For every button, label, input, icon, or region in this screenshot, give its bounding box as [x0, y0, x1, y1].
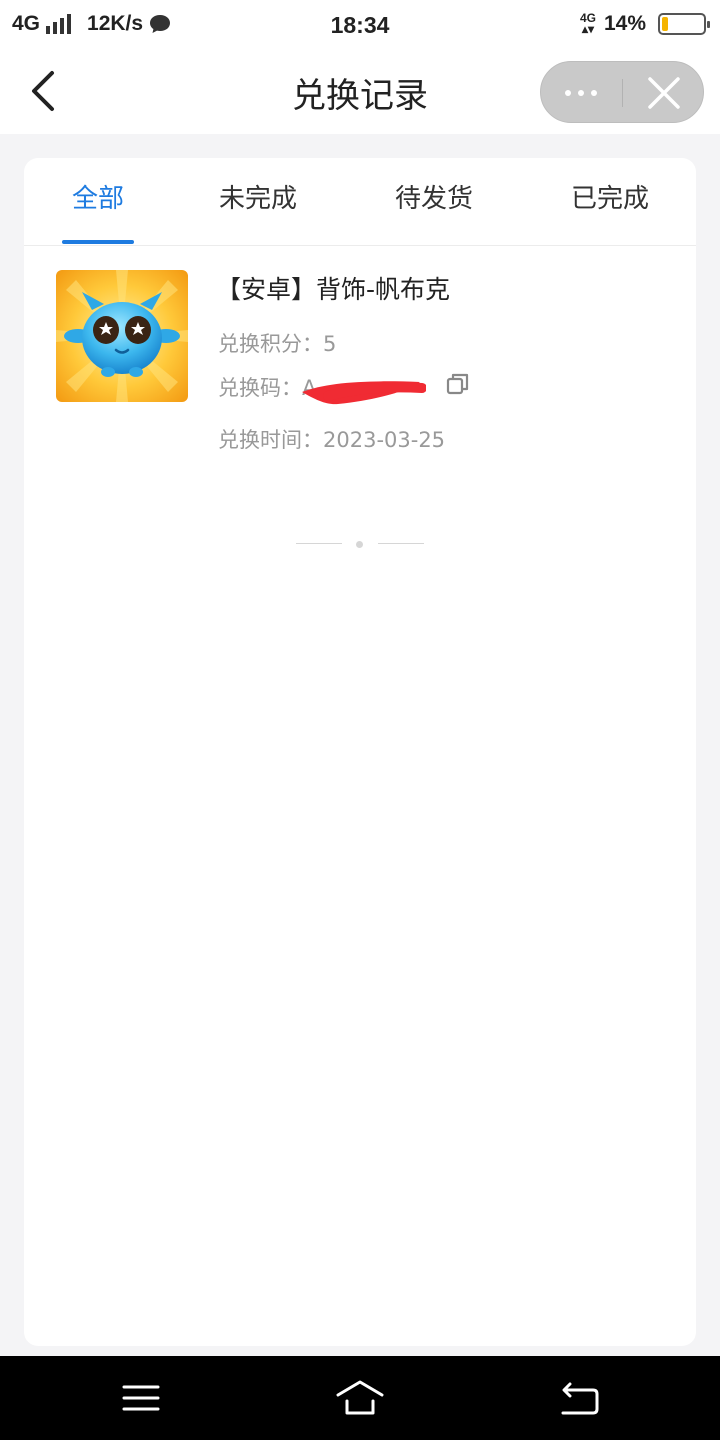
record-item[interactable]: 【安卓】背饰-帆布克 兑换积分：5 兑换码：A 兑换时间：2023-03-25: [24, 246, 696, 466]
mini-program-capsule: [540, 61, 704, 123]
close-icon: [648, 77, 680, 109]
battery-icon: [658, 13, 710, 35]
menu-icon: [122, 1385, 160, 1411]
mobile-data-label: 4G: [579, 11, 596, 25]
home-button[interactable]: [335, 1376, 385, 1420]
blue-monster-icon: [56, 270, 188, 402]
close-button[interactable]: [623, 62, 705, 124]
points-row: 兑换积分：5: [218, 328, 336, 358]
tab-all[interactable]: 全部: [58, 178, 138, 238]
copy-button[interactable]: [444, 370, 472, 398]
active-tab-indicator: [62, 240, 134, 244]
tab-incomplete[interactable]: 未完成: [210, 178, 306, 238]
time-value: 2023-03-25: [323, 428, 446, 452]
battery-fill: [662, 17, 668, 31]
time-row: 兑换时间：2023-03-25: [218, 424, 445, 454]
item-image: [56, 270, 188, 402]
points-value: 5: [323, 332, 337, 356]
mobile-data-icon: 4G ▴▾: [579, 11, 596, 36]
copy-icon: [446, 373, 469, 395]
home-icon: [336, 1380, 384, 1415]
tab-completed[interactable]: 已完成: [562, 178, 658, 238]
redaction-mark: [302, 381, 426, 405]
code-label: 兑换码：: [218, 376, 302, 400]
status-right: 4G ▴▾ 14%: [579, 11, 710, 36]
code-row: 兑换码：A: [218, 372, 434, 405]
battery-text: 14%: [603, 12, 646, 35]
more-dots-icon: [565, 90, 597, 96]
back-icon: [561, 1382, 599, 1415]
more-button[interactable]: [541, 62, 623, 124]
tab-pending-shipment[interactable]: 待发货: [386, 178, 482, 238]
status-bar: 4G 12K/s 18:34 4G ▴▾ 14%: [0, 0, 720, 50]
points-label: 兑换积分：: [218, 332, 323, 356]
menu-button[interactable]: [116, 1376, 166, 1420]
back-nav-button[interactable]: [555, 1376, 605, 1420]
time-label: 兑换时间：: [218, 428, 323, 452]
item-title: 【安卓】背饰-帆布克: [216, 275, 451, 304]
list-end-divider: [296, 538, 424, 550]
tab-bar: 全部 未完成 待发货 已完成: [24, 158, 696, 246]
code-value-wrap: A: [302, 376, 434, 405]
system-nav-bar: [0, 1356, 720, 1440]
records-card: 全部 未完成 待发货 已完成 【安卓】背饰-帆布克 兑换积分：5 兑换码：A 兑…: [24, 158, 696, 1346]
title-bar: 兑换记录: [0, 50, 720, 134]
